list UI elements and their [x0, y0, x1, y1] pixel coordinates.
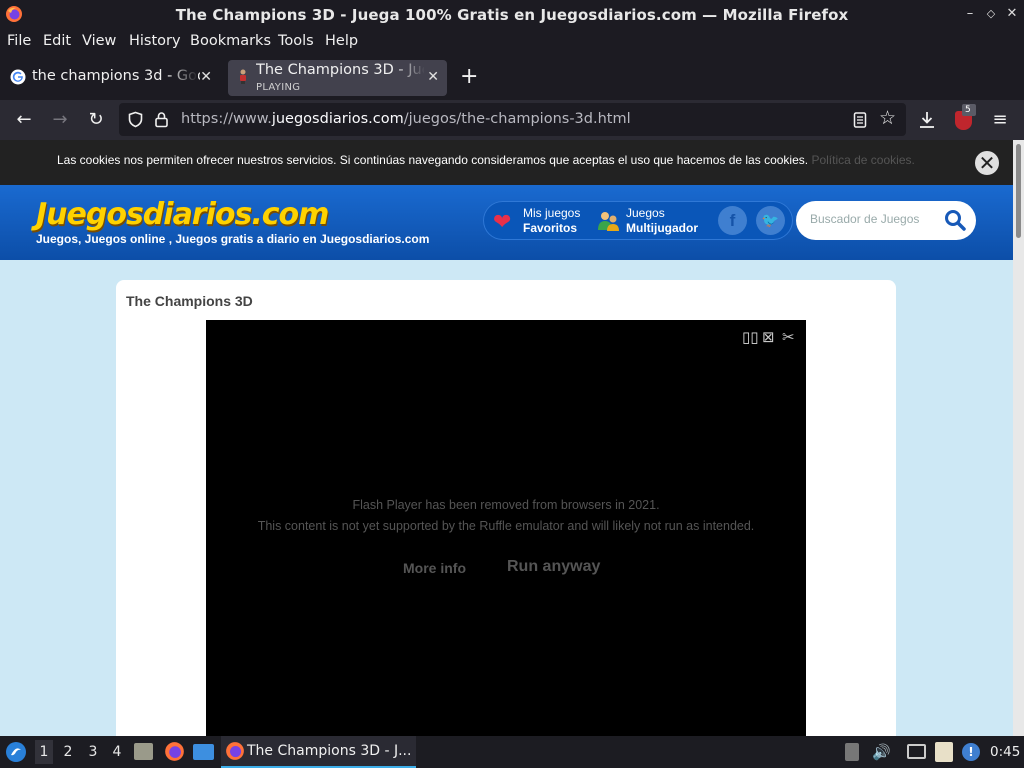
- favorites-link[interactable]: Mis juegos Favoritos: [523, 206, 580, 236]
- menu-edit[interactable]: Edit: [43, 33, 71, 49]
- cookie-banner: Las cookies nos permiten ofrecer nuestro…: [0, 140, 1013, 185]
- firefox-launcher-icon[interactable]: [164, 741, 185, 762]
- window-title: The Champions 3D - Juega 100% Gratis en …: [175, 6, 849, 24]
- taskbar-window-title: The Champions 3D - J...: [247, 743, 412, 759]
- clipboard-icon[interactable]: [935, 742, 953, 762]
- menu-bar: File Edit View History Bookmarks Tools H…: [0, 29, 1024, 54]
- site-logo[interactable]: Juegosdiarios.com: [36, 197, 329, 232]
- app-menu-icon[interactable]: [5, 741, 27, 763]
- facebook-icon[interactable]: f: [718, 206, 747, 235]
- tab-google-search[interactable]: the champions 3d - Google ✕: [0, 60, 220, 96]
- pause-icon[interactable]: ▯▯: [742, 328, 759, 346]
- menu-view[interactable]: View: [82, 33, 116, 49]
- menu-bookmarks[interactable]: Bookmarks: [190, 33, 271, 49]
- settings-off-icon[interactable]: ✂: [782, 328, 795, 346]
- search-icon[interactable]: [944, 209, 966, 231]
- close-cookie-banner-button[interactable]: ✕: [973, 149, 1001, 177]
- twitter-icon[interactable]: 🐦: [756, 206, 785, 235]
- file-manager-icon[interactable]: [134, 743, 153, 760]
- maximize-button[interactable]: ◇: [983, 7, 999, 20]
- url-bar[interactable]: https://www.juegosdiarios.com/juegos/the…: [119, 103, 906, 136]
- new-tab-plus-icon[interactable]: +: [460, 64, 478, 89]
- google-icon: [10, 69, 26, 85]
- menu-help[interactable]: Help: [325, 33, 358, 49]
- cookie-text: Las cookies nos permiten ofrecer nuestro…: [57, 153, 915, 167]
- hamburger-menu-icon[interactable]: ≡: [989, 109, 1011, 131]
- menu-file[interactable]: File: [7, 33, 31, 49]
- tab-bar: the champions 3d - Google ✕ The Champion…: [0, 54, 1024, 100]
- clock[interactable]: 0:45: [990, 744, 1020, 760]
- padlock-icon[interactable]: [154, 111, 169, 128]
- network-icon[interactable]: [907, 744, 926, 759]
- web-page: Las cookies nos permiten ofrecer nuestro…: [0, 140, 1013, 736]
- more-info-button[interactable]: More info: [403, 560, 466, 576]
- window-titlebar: The Champions 3D - Juega 100% Gratis en …: [0, 0, 1024, 29]
- tab-playing-indicator: PLAYING: [256, 82, 301, 93]
- game-card: The Champions 3D ▯▯ ⊠ ✂ Flash Player has…: [116, 280, 896, 736]
- multiplayer-link[interactable]: Juegos Multijugador: [626, 206, 698, 236]
- site-header: Juegosdiarios.com Juegos, Juegos online …: [0, 185, 1013, 260]
- menu-history[interactable]: History: [129, 33, 181, 49]
- extension-badge: 5: [962, 104, 976, 116]
- run-anyway-button[interactable]: Run anyway: [507, 558, 600, 576]
- downloads-icon[interactable]: [918, 110, 936, 130]
- site-search-box: [796, 201, 976, 240]
- ruffle-message-line1: Flash Player has been removed from brows…: [352, 498, 660, 512]
- menu-tools[interactable]: Tools: [278, 33, 314, 49]
- minimize-button[interactable]: –: [962, 6, 978, 21]
- volume-icon[interactable]: 🔊: [872, 743, 891, 761]
- flash-player-area[interactable]: ▯▯ ⊠ ✂ Flash Player has been removed fro…: [206, 320, 806, 736]
- reader-view-icon[interactable]: [853, 112, 867, 128]
- scrollbar-thumb[interactable]: [1016, 144, 1021, 238]
- storage-icon[interactable]: [845, 743, 859, 761]
- reload-icon[interactable]: ↻: [85, 109, 107, 131]
- game-search-input[interactable]: [810, 212, 928, 226]
- mute-sound-icon[interactable]: ⊠: [762, 328, 775, 346]
- game-title: The Champions 3D: [126, 293, 253, 309]
- workspace-3[interactable]: 3: [84, 744, 102, 760]
- workspace-2[interactable]: 2: [59, 744, 77, 760]
- firefox-logo-icon: [226, 742, 244, 760]
- ruffle-message-line2: This content is not yet supported by the…: [257, 519, 755, 533]
- site-tagline: Juegos, Juegos online , Juegos gratis a …: [36, 232, 430, 246]
- cookie-policy-link[interactable]: Política de cookies.: [811, 153, 914, 167]
- show-desktop-icon[interactable]: [193, 744, 214, 760]
- navigation-toolbar: ← → ↻ https://www.juegosdiarios.com/jueg…: [0, 100, 1024, 140]
- page-scrollbar[interactable]: [1013, 140, 1024, 736]
- close-window-button[interactable]: ✕: [1004, 6, 1020, 21]
- game-icon: [240, 69, 246, 84]
- multiplayer-users-icon[interactable]: [597, 210, 621, 232]
- desktop-taskbar: 1 2 3 4 The Champions 3D - J... 🔊 ! 0:45: [0, 736, 1024, 768]
- close-tab-icon[interactable]: ✕: [427, 69, 439, 85]
- workspace-1[interactable]: 1: [35, 740, 53, 764]
- notification-icon[interactable]: !: [962, 743, 980, 761]
- tracking-shield-icon[interactable]: [127, 111, 144, 128]
- forward-arrow-icon[interactable]: →: [49, 109, 71, 131]
- workspace-4[interactable]: 4: [108, 744, 126, 760]
- back-arrow-icon[interactable]: ←: [13, 109, 35, 131]
- tab-the-champions-3d[interactable]: The Champions 3D - Juegos PLAYING ✕: [228, 60, 447, 96]
- url-text[interactable]: https://www.juegosdiarios.com/juegos/the…: [181, 111, 631, 127]
- bookmark-star-icon[interactable]: ☆: [879, 107, 896, 129]
- close-tab-icon[interactable]: ✕: [200, 69, 212, 85]
- taskbar-window-firefox[interactable]: The Champions 3D - J...: [221, 736, 416, 768]
- heart-icon[interactable]: ❤: [493, 210, 511, 235]
